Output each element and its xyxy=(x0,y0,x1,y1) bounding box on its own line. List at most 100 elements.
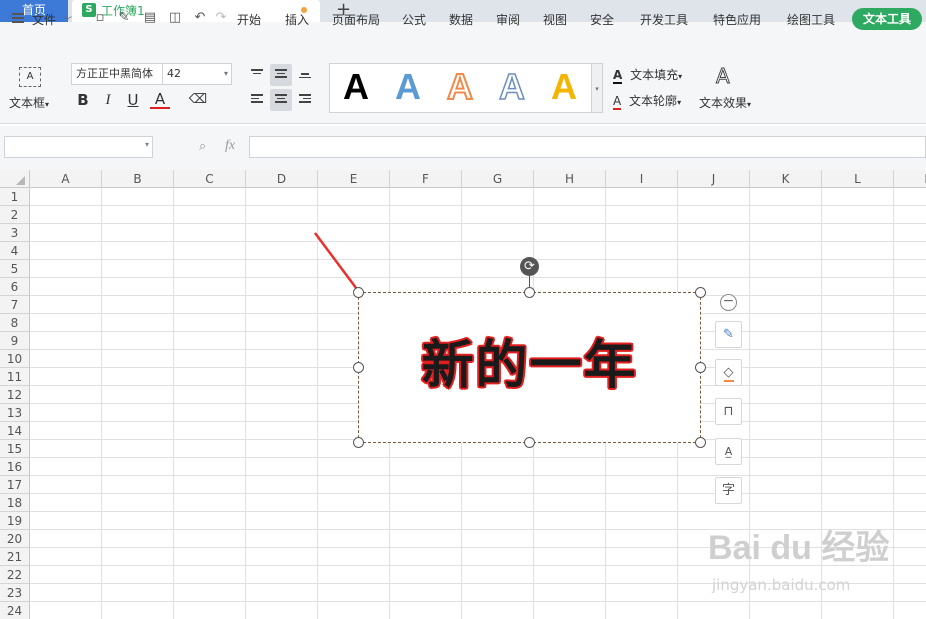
column-header[interactable]: A xyxy=(30,170,102,188)
text-effect-button[interactable]: 文本效果▾ xyxy=(699,94,751,111)
fill-icon[interactable]: ◇ xyxy=(715,359,742,386)
select-all-corner[interactable] xyxy=(0,170,30,188)
column-header[interactable]: D xyxy=(246,170,318,188)
outline-icon[interactable]: ⊓ xyxy=(715,398,742,425)
italic-button[interactable]: I xyxy=(98,90,118,110)
menu-data[interactable]: 数据 xyxy=(449,11,473,28)
row-header[interactable]: 13 xyxy=(0,404,30,422)
row-header[interactable]: 22 xyxy=(0,566,30,584)
row-header[interactable]: 5 xyxy=(0,260,30,278)
textbox-style-icon[interactable]: A̲ xyxy=(715,438,742,465)
save-icon[interactable]: ▫ xyxy=(92,10,108,26)
text-box-content[interactable]: 新的一年 xyxy=(359,323,700,398)
column-header[interactable]: E xyxy=(318,170,390,188)
row-header[interactable]: 4 xyxy=(0,242,30,260)
text-style-gold[interactable]: A xyxy=(544,67,584,107)
row-header[interactable]: 3 xyxy=(0,224,30,242)
text-effect-icon[interactable]: A xyxy=(716,64,731,89)
text-style-orange-outline[interactable]: A xyxy=(440,66,480,108)
font-size-select[interactable]: 42 ▾ xyxy=(162,63,232,85)
column-header[interactable]: F xyxy=(390,170,462,188)
print-preview-icon[interactable]: ◫ xyxy=(167,10,183,26)
row-header[interactable]: 16 xyxy=(0,458,30,476)
menu-view[interactable]: 视图 xyxy=(543,11,567,28)
resize-handle-n[interactable] xyxy=(524,287,535,298)
align-middle-button[interactable] xyxy=(270,64,292,86)
row-header[interactable]: 14 xyxy=(0,422,30,440)
column-header[interactable]: J xyxy=(678,170,750,188)
row-header[interactable]: 21 xyxy=(0,548,30,566)
align-top-button[interactable] xyxy=(246,64,268,86)
menu-file[interactable]: 文件 ﹀ xyxy=(32,11,72,28)
menu-start[interactable]: 开始 xyxy=(237,11,261,28)
brush-icon[interactable]: ✎ xyxy=(715,321,742,348)
magnifier-icon[interactable]: ⌕ xyxy=(199,139,206,154)
menu-insert[interactable]: 插入 xyxy=(285,11,309,28)
font-name-select[interactable]: 方正正中黑简体 xyxy=(71,63,163,85)
row-header[interactable]: 2 xyxy=(0,206,30,224)
formula-input[interactable] xyxy=(249,136,926,158)
row-header[interactable]: 15 xyxy=(0,440,30,458)
column-header[interactable]: C xyxy=(174,170,246,188)
textbox-button[interactable]: 文本框▾ xyxy=(9,94,49,111)
resize-handle-ne[interactable] xyxy=(695,287,706,298)
resize-handle-se[interactable] xyxy=(695,437,706,448)
resize-handle-sw[interactable] xyxy=(353,437,364,448)
text-fill-button[interactable]: A 文本填充▾ xyxy=(613,66,682,84)
menu-formula[interactable]: 公式 xyxy=(402,11,426,28)
resize-handle-e[interactable] xyxy=(695,362,706,373)
column-header[interactable]: L xyxy=(822,170,894,188)
align-left-button[interactable] xyxy=(246,89,268,111)
row-header[interactable]: 6 xyxy=(0,278,30,296)
menu-security[interactable]: 安全 xyxy=(590,11,614,28)
menu-drawing-tools[interactable]: 绘图工具 xyxy=(787,11,835,28)
menu-developer[interactable]: 开发工具 xyxy=(640,11,688,28)
row-header[interactable]: 24 xyxy=(0,602,30,619)
redo-icon[interactable]: ↷ xyxy=(213,10,229,26)
text-style-blue[interactable]: A xyxy=(388,67,428,107)
row-header[interactable]: 12 xyxy=(0,386,30,404)
undo-icon[interactable]: ↶ xyxy=(192,10,208,26)
font-color-button[interactable]: A xyxy=(150,90,170,109)
row-header[interactable]: 23 xyxy=(0,584,30,602)
fx-icon[interactable]: fx xyxy=(225,138,235,154)
name-box[interactable]: ▾ xyxy=(4,136,153,158)
row-header[interactable]: 19 xyxy=(0,512,30,530)
row-header[interactable]: 9 xyxy=(0,332,30,350)
row-header[interactable]: 7 xyxy=(0,296,30,314)
rotate-icon[interactable]: ⟳ xyxy=(520,257,539,276)
row-header[interactable]: 1 xyxy=(0,188,30,206)
align-center-button[interactable] xyxy=(270,89,292,111)
column-header[interactable]: I xyxy=(606,170,678,188)
column-header[interactable]: B xyxy=(102,170,174,188)
hamburger-icon[interactable] xyxy=(12,13,24,23)
text-style-black[interactable]: A xyxy=(336,67,376,107)
gallery-scroll-button[interactable]: ▾ xyxy=(591,63,603,113)
text-style-blue-outline[interactable]: A xyxy=(492,66,532,108)
align-bottom-button[interactable] xyxy=(294,64,316,86)
text-box[interactable]: 新的一年 xyxy=(358,292,701,443)
menu-review[interactable]: 审阅 xyxy=(496,11,520,28)
row-header[interactable]: 11 xyxy=(0,368,30,386)
column-header[interactable]: K xyxy=(750,170,822,188)
menu-text-tools[interactable]: 文本工具 xyxy=(852,8,922,30)
textbox-icon[interactable]: A xyxy=(19,67,41,87)
eraser-icon[interactable]: ⌫ xyxy=(188,90,208,110)
resize-handle-nw[interactable] xyxy=(353,287,364,298)
row-header[interactable]: 17 xyxy=(0,476,30,494)
row-header[interactable]: 20 xyxy=(0,530,30,548)
format-painter-icon[interactable]: ✎ xyxy=(116,10,132,26)
column-header[interactable]: G xyxy=(462,170,534,188)
collapse-toolbar-icon[interactable]: − xyxy=(720,294,737,311)
column-header[interactable]: H xyxy=(534,170,606,188)
align-right-button[interactable] xyxy=(294,89,316,111)
menu-featured[interactable]: 特色应用 xyxy=(713,11,761,28)
text-outline-button[interactable]: A 文本轮廓▾ xyxy=(613,92,681,110)
resize-handle-s[interactable] xyxy=(524,437,535,448)
print-icon[interactable]: ▤ xyxy=(142,10,158,26)
resize-handle-w[interactable] xyxy=(353,362,364,373)
row-header[interactable]: 8 xyxy=(0,314,30,332)
wrap-text-icon[interactable]: 字 xyxy=(715,477,742,504)
row-header[interactable]: 18 xyxy=(0,494,30,512)
bold-button[interactable]: B xyxy=(73,90,93,110)
